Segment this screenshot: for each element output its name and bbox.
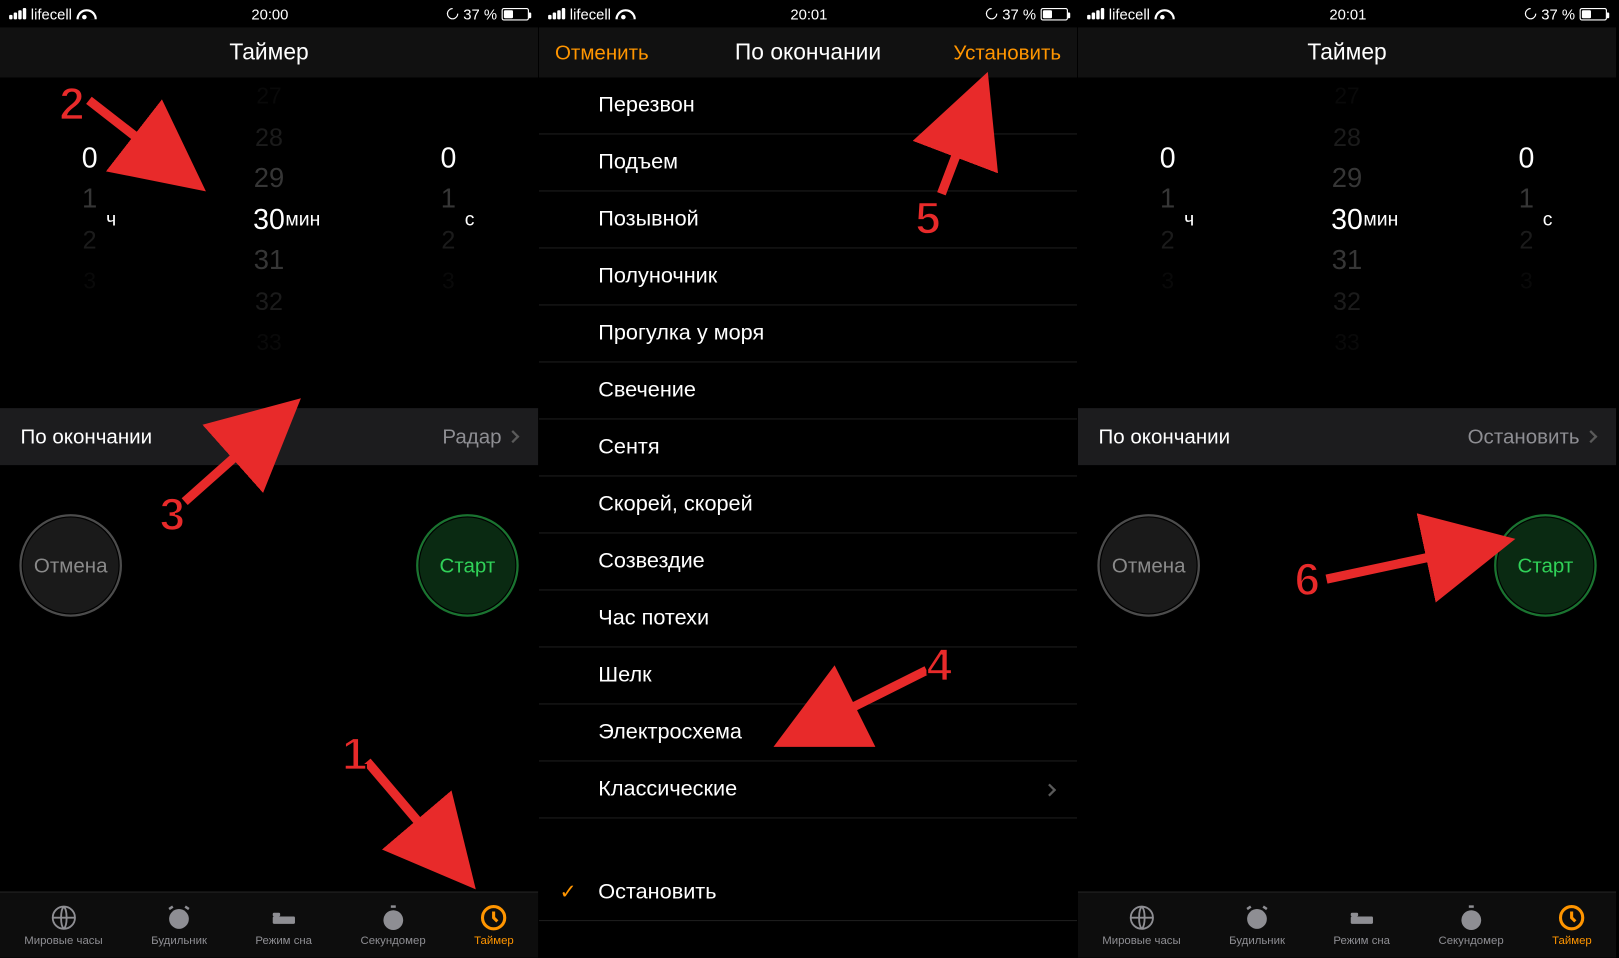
list-item[interactable]: Шелк — [539, 648, 1077, 705]
battery-icon — [1041, 7, 1068, 20]
nav-header: Отменить По окончании Установить — [539, 27, 1077, 77]
panel-1-timer: lifecell 20:00 37 % Таймер 0 1 2 3 ч 27 … — [0, 0, 538, 958]
row-value: Радар — [442, 425, 501, 449]
location-icon — [445, 6, 461, 22]
status-bar: lifecell 20:00 37 % — [0, 0, 538, 27]
page-title: Таймер — [1307, 39, 1386, 65]
list-item-stop-playing[interactable]: Остановить — [539, 864, 1077, 921]
hours-column[interactable]: 0123 ч — [1099, 138, 1236, 302]
tab-bar: Мировые часы Будильник Режим сна Секундо… — [0, 891, 538, 957]
list-item[interactable]: Полуночник — [539, 249, 1077, 306]
annotation-2: 2 — [59, 80, 84, 131]
tab-world-clock[interactable]: Мировые часы — [24, 903, 102, 947]
page-title: По окончании — [735, 39, 881, 65]
signal-icon — [548, 8, 565, 19]
location-icon — [1523, 6, 1539, 22]
wifi-icon — [616, 8, 632, 19]
set-button[interactable]: Установить — [937, 27, 1077, 77]
when-timer-ends-row[interactable]: По окончании Остановить — [1078, 408, 1616, 465]
minutes-column[interactable]: 27 28 29 30 31 32 33 мин — [201, 76, 338, 363]
status-bar: lifecell 20:01 37 % — [1078, 0, 1616, 27]
signal-icon — [9, 8, 26, 19]
annotation-4: 4 — [927, 641, 952, 692]
arrow-1 — [367, 762, 504, 904]
list-item-classic[interactable]: Классические — [539, 762, 1077, 819]
tab-stopwatch[interactable]: Секундомер — [1438, 903, 1503, 947]
tab-bar: Мировые часы Будильник Режим сна Секундо… — [1078, 891, 1616, 957]
list-item[interactable]: Сентя — [539, 420, 1077, 477]
list-item[interactable]: Электросхема — [539, 705, 1077, 762]
panel-3-timer: lifecell 20:01 37 % Таймер 0123 ч 272829… — [1078, 0, 1616, 958]
tab-alarm[interactable]: Будильник — [151, 903, 207, 947]
battery-icon — [1580, 7, 1607, 20]
nav-header: Таймер — [1078, 27, 1616, 77]
tab-timer[interactable]: Таймер — [1552, 903, 1592, 947]
hours-unit: ч — [106, 200, 116, 241]
nav-header: Таймер — [0, 27, 538, 77]
list-item[interactable]: Скорей, скорей — [539, 477, 1077, 534]
list-item[interactable]: Подъем — [539, 135, 1077, 192]
row-value: Остановить — [1468, 425, 1580, 449]
status-bar: lifecell 20:01 37 % — [539, 0, 1077, 27]
chevron-right-icon — [1585, 430, 1598, 443]
sound-list[interactable]: Перезвон Подъем Позывной Полуночник Прог… — [539, 78, 1077, 958]
list-item[interactable]: Час потехи — [539, 591, 1077, 648]
signal-icon — [1087, 8, 1104, 19]
annotation-6: 6 — [1295, 555, 1320, 606]
when-timer-ends-row[interactable]: По окончании Радар — [0, 408, 538, 465]
start-button[interactable]: Старт — [1498, 518, 1594, 614]
tab-alarm[interactable]: Будильник — [1229, 903, 1285, 947]
hours-column[interactable]: 0 1 2 3 ч — [21, 138, 158, 302]
annotation-1: 1 — [342, 730, 367, 781]
tab-bedtime[interactable]: Режим сна — [1333, 903, 1390, 947]
battery-pct: 37 % — [463, 5, 497, 22]
seconds-unit: с — [465, 200, 475, 241]
start-button[interactable]: Старт — [420, 518, 516, 614]
carrier-label: lifecell — [31, 5, 72, 22]
minutes-unit: мин — [285, 200, 320, 241]
page-title: Таймер — [229, 39, 308, 65]
tab-timer[interactable]: Таймер — [474, 903, 514, 947]
minutes-column[interactable]: 272829 30 313233 мин — [1279, 76, 1416, 363]
cancel-button[interactable]: Отмена — [1101, 518, 1197, 614]
seconds-column[interactable]: 0 1 2 3 с — [380, 138, 517, 302]
chevron-right-icon — [507, 430, 520, 443]
location-icon — [984, 6, 1000, 22]
chevron-right-icon — [1043, 783, 1056, 796]
clock-time: 20:00 — [251, 5, 288, 22]
cancel-button[interactable]: Отменить — [539, 27, 665, 77]
row-label: По окончании — [21, 425, 153, 449]
panel-2-sound-picker: lifecell 20:01 37 % Отменить По окончани… — [539, 0, 1077, 958]
battery-icon — [502, 7, 529, 20]
list-item[interactable]: Перезвон — [539, 78, 1077, 135]
row-label: По окончании — [1099, 425, 1231, 449]
seconds-column[interactable]: 0123 с — [1458, 138, 1595, 302]
tab-bedtime[interactable]: Режим сна — [255, 903, 312, 947]
cancel-button[interactable]: Отмена — [23, 518, 119, 614]
tab-world-clock[interactable]: Мировые часы — [1102, 903, 1180, 947]
list-item[interactable]: Позывной — [539, 192, 1077, 249]
time-picker[interactable]: 0123 ч 272829 30 313233 мин 0123 с — [1078, 78, 1616, 363]
clock-time: 20:01 — [1329, 5, 1366, 22]
annotation-5: 5 — [915, 194, 940, 245]
wifi-icon — [1155, 8, 1171, 19]
clock-time: 20:01 — [790, 5, 827, 22]
wifi-icon — [77, 8, 93, 19]
list-item[interactable]: Прогулка у моря — [539, 306, 1077, 363]
list-item[interactable]: Созвездие — [539, 534, 1077, 591]
list-item[interactable]: Свечение — [539, 363, 1077, 420]
annotation-3: 3 — [160, 490, 185, 541]
tab-stopwatch[interactable]: Секундомер — [360, 903, 425, 947]
